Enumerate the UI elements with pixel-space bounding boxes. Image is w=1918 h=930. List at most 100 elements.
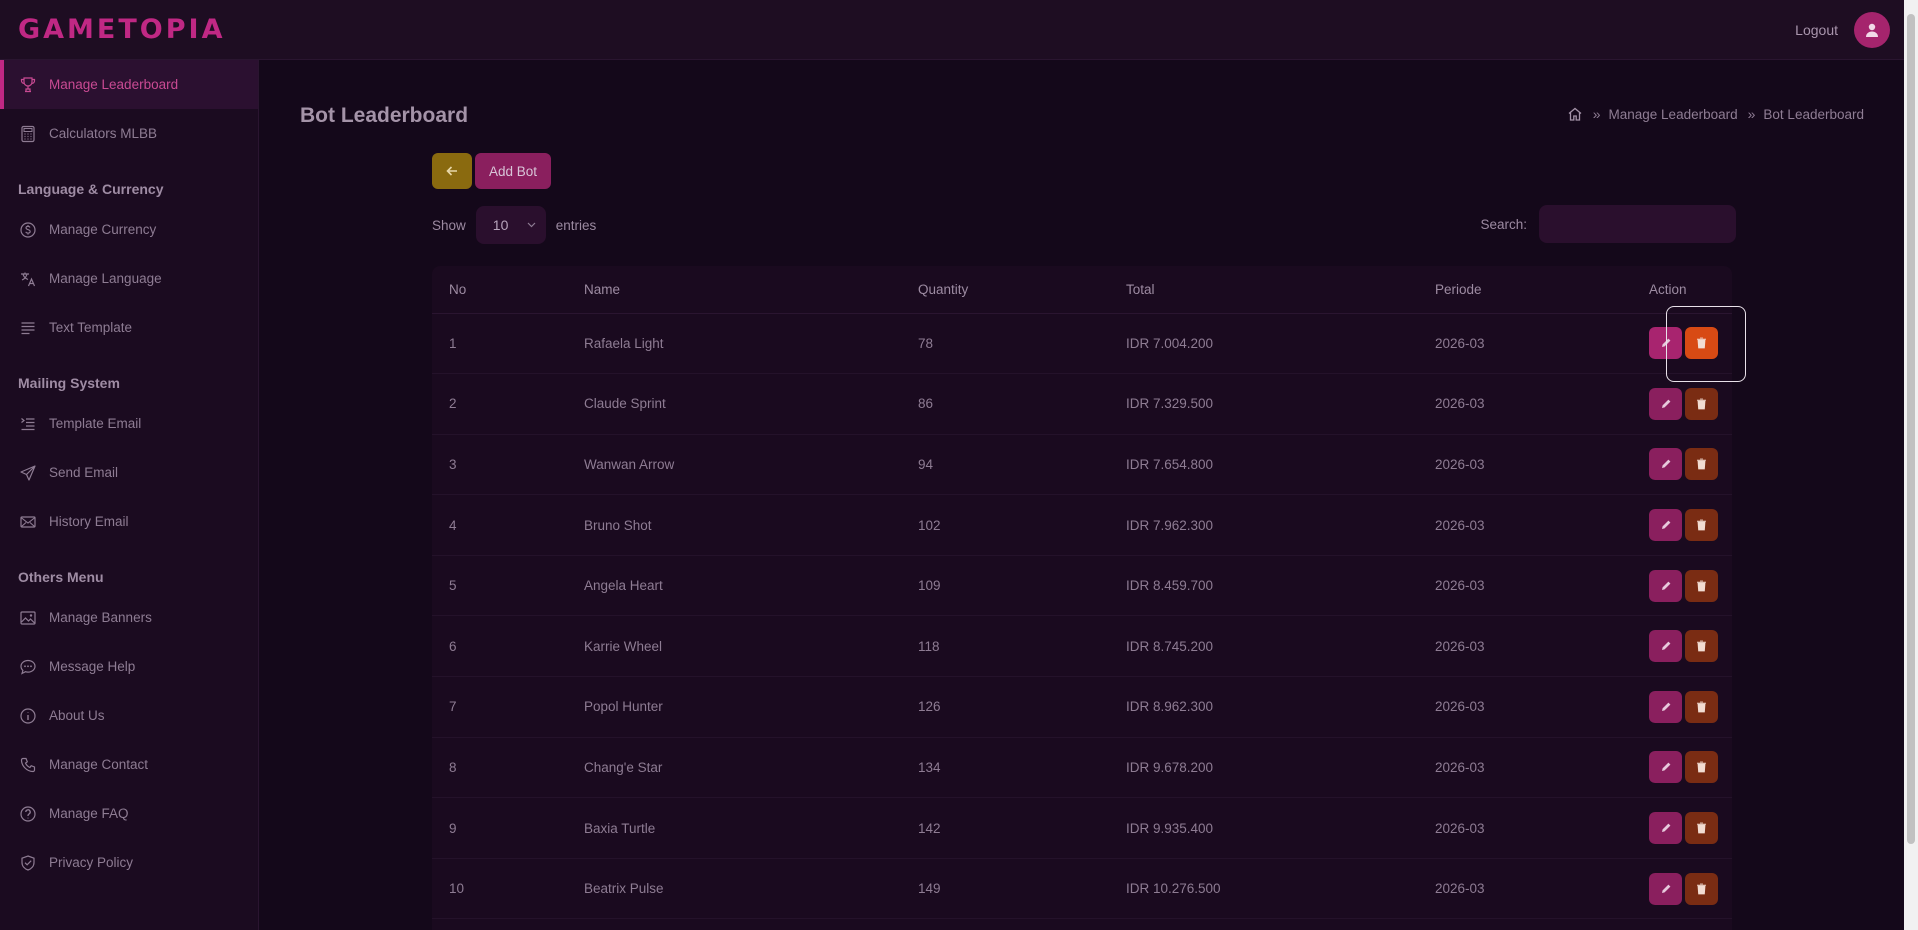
cell-name: Wanwan Arrow [567,434,901,496]
delete-button[interactable] [1685,872,1718,905]
search-input[interactable] [1539,205,1736,243]
breadcrumb: » Manage Leaderboard » Bot Leaderboard [1567,106,1864,122]
delete-button[interactable] [1685,690,1718,723]
column-name[interactable]: Name [567,266,901,314]
brand-logo[interactable]: GAMETOPIA [18,14,225,45]
row-actions [1649,327,1732,360]
sidebar-item-label: Text Template [49,320,133,335]
page-length-select[interactable]: 10 [475,206,546,244]
delete-button[interactable] [1685,812,1718,845]
edit-button[interactable] [1649,387,1682,420]
section-others-menu: Others Menu [18,569,104,585]
column-total[interactable]: Total [1109,266,1418,314]
table-row: 3 Wanwan Arrow 94 IDR 7.654.800 2026-03 [432,434,1732,496]
cell-name: Baxia Turtle [567,797,901,859]
delete-button[interactable] [1685,751,1718,784]
mail-icon [20,515,36,528]
cell-no: 10 [432,858,567,920]
page-scrollbar[interactable] [1904,0,1918,930]
text-lines-icon [21,321,35,334]
sidebar-item-history-email[interactable]: History Email [0,497,258,546]
cell-action [1632,797,1732,859]
sidebar-item-calculators-mlbb[interactable]: Calculators MLBB [0,109,258,158]
dollar-icon [20,221,36,238]
column-no[interactable]: No [432,266,567,314]
sidebar-item-text-template[interactable]: Text Template [0,303,258,352]
page-length-control: Show 10 entries [432,206,596,244]
cell-total: IDR 7.004.200 [1109,313,1418,375]
cell-quantity: 86 [901,373,1109,435]
sidebar: Manage Leaderboard Calculators MLBB Langu… [0,60,259,930]
add-bot-button[interactable]: Add Bot [475,153,552,189]
leaderboard-table: No Name Quantity Total Periode Action 1R… [432,266,1732,920]
logout-link[interactable]: Logout [1795,22,1838,38]
avatar[interactable] [1854,11,1890,48]
delete-button[interactable] [1685,509,1718,542]
breadcrumb-manage-leaderboard[interactable]: Manage Leaderboard [1609,107,1738,122]
leaderboard-table-card: No Name Quantity Total Periode Action 1R… [432,266,1732,930]
cell-periode: 2026-03 [1418,313,1632,375]
cell-total: IDR 10.276.500 [1109,858,1418,920]
cell-quantity: 109 [901,555,1109,617]
edit-button[interactable] [1649,448,1682,481]
scrollbar-thumb[interactable] [1907,14,1915,844]
question-icon [20,805,36,822]
sidebar-item-manage-language[interactable]: Manage Language [0,254,258,303]
delete-button[interactable] [1685,630,1718,663]
cell-no: 8 [432,737,567,799]
edit-button[interactable] [1649,751,1682,784]
pencil-icon [1661,884,1670,893]
entries-label: entries [555,217,597,233]
home-icon[interactable] [1567,106,1583,122]
back-button[interactable] [432,153,472,189]
edit-button[interactable] [1649,509,1682,542]
pencil-icon [1661,763,1670,772]
sidebar-item-manage-contact[interactable]: Manage Contact [0,740,258,789]
column-periode[interactable]: Periode [1418,266,1632,314]
table-row: 5 Angela Heart 109 IDR 8.459.700 2026-03 [432,555,1732,617]
table-row: 6 Karrie Wheel 118 IDR 8.745.200 2026-03 [432,615,1732,678]
sidebar-item-manage-banners[interactable]: Manage Banners [0,593,258,642]
edit-button[interactable] [1649,327,1682,360]
table-row: 4 Bruno Shot 102 IDR 7.962.300 2026-03 [432,494,1732,556]
cell-action [1632,858,1732,920]
sidebar-item-label: Privacy Policy [49,855,134,870]
delete-button[interactable] [1685,387,1718,420]
edit-button[interactable] [1649,569,1682,602]
cell-no: 1 [432,313,567,375]
delete-button[interactable] [1685,569,1718,602]
row-actions [1649,812,1732,845]
column-quantity[interactable]: Quantity [901,266,1109,314]
cell-name: Popol Hunter [567,676,901,738]
sidebar-item-manage-currency[interactable]: Manage Currency [0,205,258,254]
sidebar-item-manage-leaderboard[interactable]: Manage Leaderboard [0,60,258,109]
sidebar-item-manage-faq[interactable]: Manage FAQ [0,789,258,838]
sidebar-item-label: Calculators MLBB [49,126,158,141]
cell-quantity: 78 [901,313,1109,375]
sidebar-item-about-us[interactable]: About Us [0,691,258,740]
search-label: Search: [1480,216,1527,232]
sidebar-item-send-email[interactable]: Send Email [0,448,258,497]
cell-action [1632,373,1732,435]
cell-no: 6 [432,615,567,678]
delete-button[interactable] [1685,448,1718,481]
sidebar-item-message-help[interactable]: Message Help [0,642,258,691]
cell-periode: 2026-03 [1418,797,1632,859]
cell-quantity: 126 [901,676,1109,738]
row-actions [1649,872,1732,905]
edit-button[interactable] [1649,812,1682,845]
page-length-value: 10 [492,217,509,233]
cell-no: 2 [432,373,567,435]
cell-periode: 2026-03 [1418,615,1632,678]
edit-button[interactable] [1649,872,1682,905]
cell-action [1632,555,1732,617]
sidebar-item-template-email[interactable]: Template Email [0,399,258,448]
cell-periode: 2026-03 [1418,434,1632,496]
edit-button[interactable] [1649,630,1682,663]
toolbar: Add Bot [432,153,552,189]
delete-button[interactable] [1685,327,1718,360]
pencil-icon [1661,641,1670,651]
sidebar-item-privacy-policy[interactable]: Privacy Policy [0,838,258,887]
edit-button[interactable] [1649,690,1682,723]
table-row: 10 Beatrix Pulse 149 IDR 10.276.500 2026-03 [432,858,1732,920]
